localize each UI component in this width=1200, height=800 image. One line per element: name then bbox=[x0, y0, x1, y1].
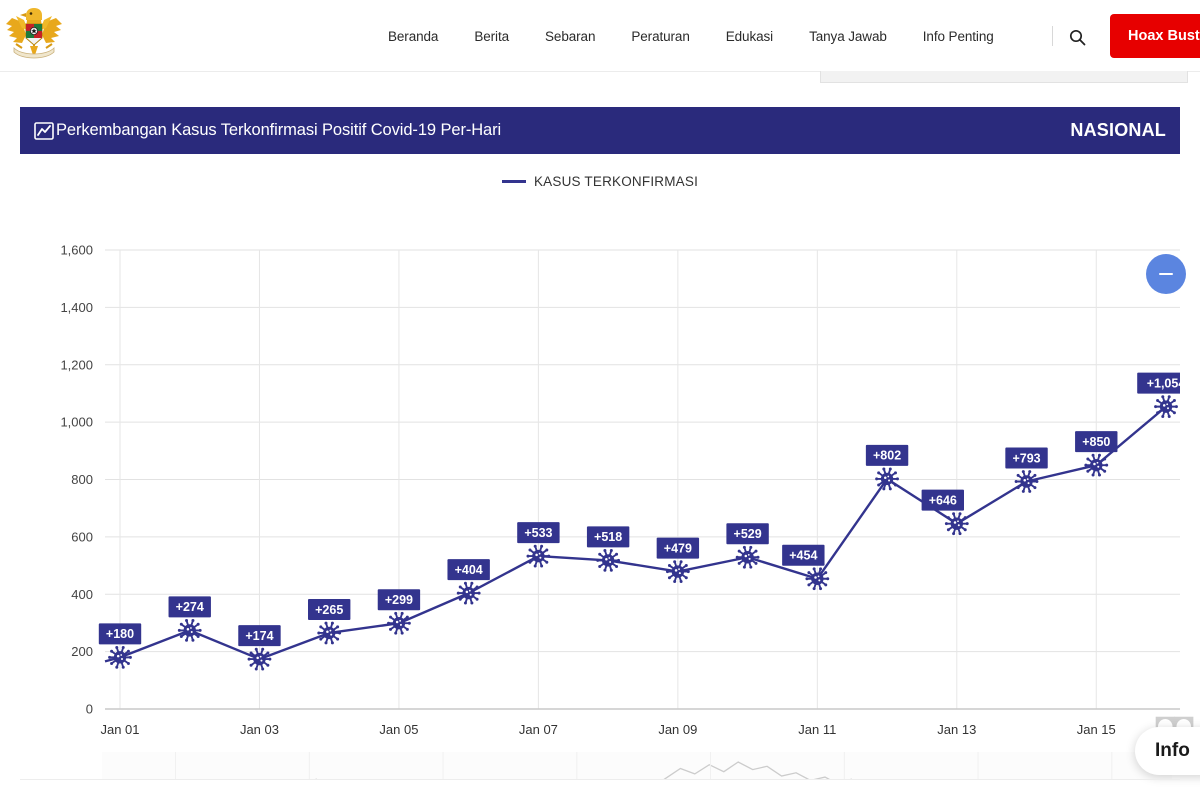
virus-icon[interactable] bbox=[456, 581, 481, 605]
virus-icon[interactable] bbox=[317, 621, 342, 645]
y-axis-tick-label: 200 bbox=[71, 644, 93, 659]
virus-icon[interactable] bbox=[735, 545, 760, 569]
chart-navigator[interactable]: AprJulOctJan 2021AprJulOctJa bbox=[102, 752, 1172, 779]
chart-card: Perkembangan Kasus Terkonfirmasi Positif… bbox=[20, 107, 1186, 779]
nav-divider bbox=[1052, 26, 1053, 46]
data-point-label: +850 bbox=[1082, 435, 1110, 449]
x-axis-tick-label: Jan 05 bbox=[379, 722, 418, 737]
data-point-label: +180 bbox=[106, 627, 134, 641]
x-axis-tick-label: Jan 11 bbox=[798, 722, 836, 737]
search-panel-strip bbox=[820, 71, 1188, 83]
y-axis-tick-label: 800 bbox=[71, 472, 93, 487]
y-axis-tick-label: 400 bbox=[71, 587, 93, 602]
nav-item-info-penting[interactable]: Info Penting bbox=[905, 29, 1012, 44]
nav-links: Beranda Berita Sebaran Peraturan Edukasi… bbox=[370, 0, 1012, 72]
nav-item-edukasi[interactable]: Edukasi bbox=[708, 29, 791, 44]
info-floating-button[interactable]: Info bbox=[1135, 727, 1200, 775]
data-point-label: +404 bbox=[455, 563, 483, 577]
data-point-label: +518 bbox=[594, 530, 622, 544]
y-axis-tick-label: 0 bbox=[86, 702, 93, 717]
chart-title-group: Perkembangan Kasus Terkonfirmasi Positif… bbox=[34, 121, 501, 140]
data-point-label: +529 bbox=[734, 527, 762, 541]
chart-plot-wrapper: 0 200 400 600 800 1,000 1,200 1,400 1,600 Jan 01 J… bbox=[20, 154, 1180, 779]
chart-body: KASUS TERKONFIRMASI 0 200 400 600 800 1,000 1,… bbox=[20, 154, 1186, 779]
nav-item-sebaran[interactable]: Sebaran bbox=[527, 29, 613, 44]
nav-item-peraturan[interactable]: Peraturan bbox=[613, 29, 707, 44]
hoax-buster-button[interactable]: Hoax Buster bbox=[1110, 14, 1200, 58]
top-navigation-bar: Beranda Berita Sebaran Peraturan Edukasi… bbox=[0, 0, 1200, 72]
bottom-divider bbox=[20, 779, 1180, 780]
y-axis-tick-label: 600 bbox=[71, 529, 93, 544]
chart-title-text: Perkembangan Kasus Terkonfirmasi Positif… bbox=[56, 121, 502, 139]
y-axis-tick-label: 1,400 bbox=[60, 300, 93, 315]
x-axis-tick-label: Jan 03 bbox=[240, 722, 279, 737]
nav-item-tanya-jawab[interactable]: Tanya Jawab bbox=[791, 29, 905, 44]
nav-item-berita[interactable]: Berita bbox=[456, 29, 527, 44]
data-point-label: +299 bbox=[385, 593, 413, 607]
zoom-out-button[interactable] bbox=[1146, 254, 1186, 294]
x-axis-tick-label: Jan 09 bbox=[658, 722, 697, 737]
virus-icon[interactable] bbox=[596, 549, 621, 572]
data-point-label: +646 bbox=[929, 493, 957, 507]
x-axis-tick-label: Jan 07 bbox=[519, 722, 558, 737]
minus-icon bbox=[1159, 272, 1173, 276]
x-axis-tick-label: Jan 01 bbox=[100, 722, 139, 737]
chart-card-header: Perkembangan Kasus Terkonfirmasi Positif… bbox=[20, 107, 1180, 154]
data-point-label: +454 bbox=[789, 549, 817, 563]
data-point-label: +1,054 bbox=[1147, 376, 1180, 390]
x-axis-tick-label: Jan 15 bbox=[1077, 722, 1116, 737]
page-root: Beranda Berita Sebaran Peraturan Edukasi… bbox=[0, 0, 1200, 800]
y-axis-tick-label: 1,200 bbox=[60, 357, 93, 372]
y-axis-tick-label: 1,000 bbox=[60, 415, 93, 430]
garuda-pancasila-logo[interactable] bbox=[4, 2, 64, 68]
y-axis-tick-label: 1,600 bbox=[60, 243, 93, 258]
virus-icon[interactable] bbox=[177, 619, 202, 642]
data-point-label: +265 bbox=[315, 603, 343, 617]
series-line-kasus-terkonfirmasi bbox=[118, 405, 1168, 661]
chart-region-label: NASIONAL bbox=[1070, 120, 1166, 140]
data-point-label: +802 bbox=[873, 449, 901, 463]
x-axis-tick-label: Jan 13 bbox=[937, 722, 976, 737]
virus-icon[interactable] bbox=[1014, 470, 1039, 493]
chart-svg[interactable]: 0 200 400 600 800 1,000 1,200 1,400 1,600 Jan 01 J… bbox=[20, 154, 1180, 779]
line-chart-icon bbox=[34, 121, 54, 140]
nav-item-beranda[interactable]: Beranda bbox=[370, 29, 456, 44]
virus-icon[interactable] bbox=[875, 467, 899, 491]
data-point-label: +479 bbox=[664, 541, 692, 555]
search-icon[interactable] bbox=[1066, 26, 1088, 48]
data-point-label: +793 bbox=[1012, 451, 1040, 465]
data-point-label: +274 bbox=[176, 600, 204, 614]
data-point-label: +533 bbox=[524, 526, 552, 540]
data-point-label: +174 bbox=[245, 629, 273, 643]
